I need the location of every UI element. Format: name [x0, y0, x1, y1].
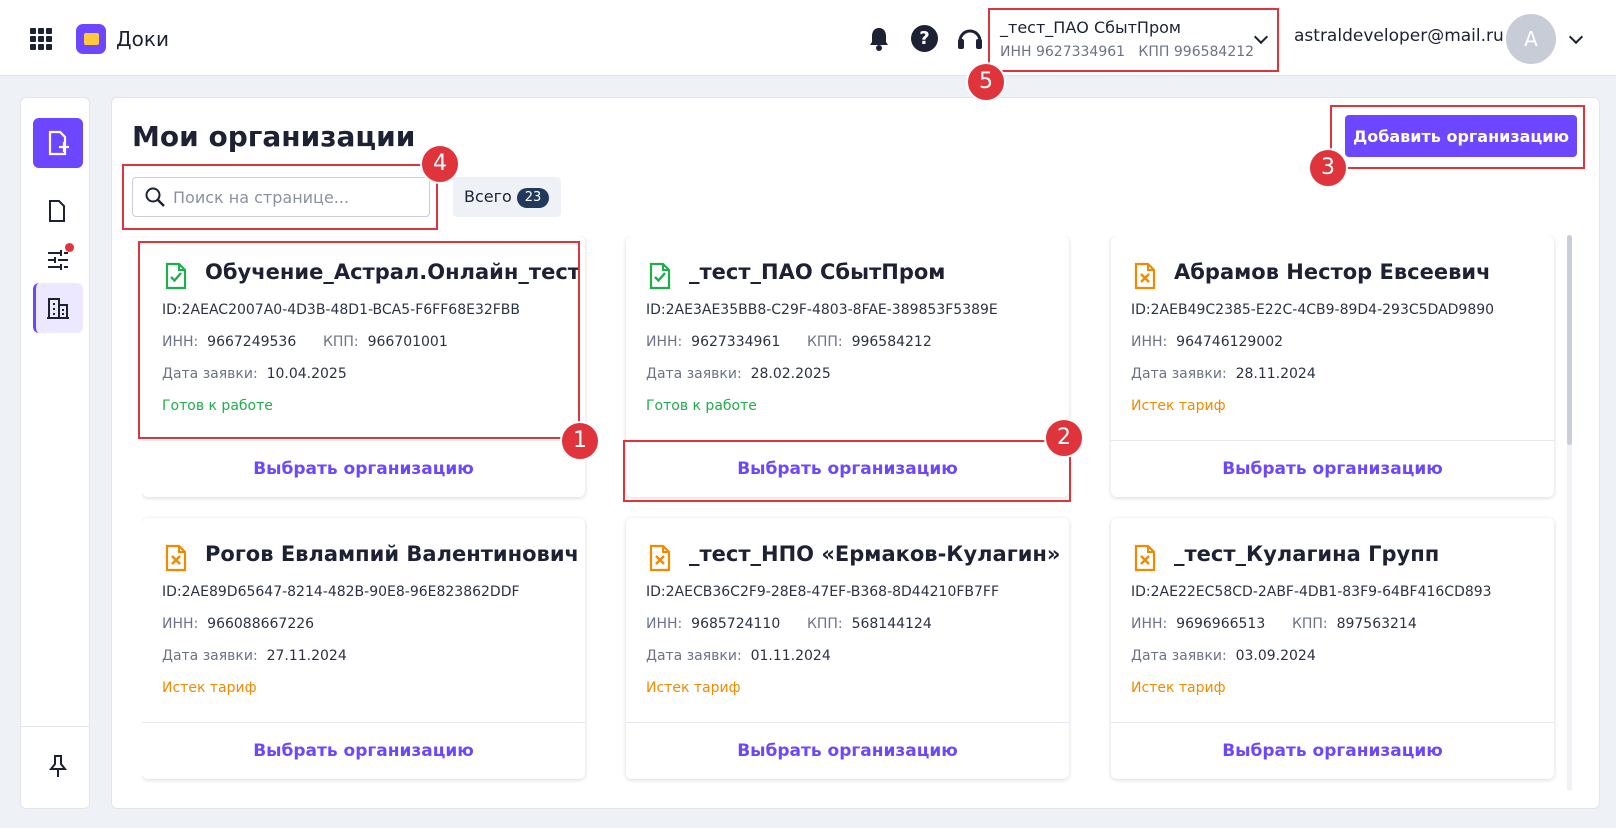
- pin-sidebar-button[interactable]: [33, 741, 83, 791]
- building-icon: [47, 298, 69, 319]
- organization-inn-kpp: ИНН: 966088667226: [162, 616, 315, 632]
- filter-count-badge: 23: [517, 188, 549, 208]
- organization-name: _тест_ПАО СбытПром: [689, 260, 946, 284]
- file-plus-icon: [48, 130, 69, 156]
- user-menu-chevron-icon[interactable]: [1568, 29, 1584, 45]
- notification-dot: [65, 243, 74, 252]
- sidebar-item-routes[interactable]: [33, 235, 83, 285]
- sidebar-item-organizations[interactable]: [33, 283, 83, 333]
- select-organization-button[interactable]: Выбрать организацию: [142, 441, 585, 497]
- organization-inn-kpp: ИНН: 9627334961 КПП: 996584212: [646, 334, 932, 350]
- organization-card: Абрамов Нестор Евсеевич ID:2AEB49C2385-E2…: [1111, 236, 1554, 497]
- search-box[interactable]: [132, 177, 430, 217]
- sliders-icon: [48, 250, 68, 270]
- marker-4: 4: [420, 144, 460, 184]
- sidebar-divider: [21, 726, 89, 727]
- sidebar-item-documents[interactable]: [33, 186, 83, 236]
- page-title: Мои организации: [132, 120, 416, 153]
- marker-1: 1: [560, 421, 600, 461]
- user-email[interactable]: astraldeveloper@mail.ru: [1294, 26, 1504, 46]
- select-organization-button[interactable]: Выбрать организацию: [1111, 723, 1554, 779]
- doc-cross-icon: [1134, 544, 1156, 572]
- doc-cross-icon: [1134, 262, 1156, 290]
- doc-cross-icon: [649, 544, 671, 572]
- add-organization-button[interactable]: Добавить организацию: [1345, 115, 1577, 157]
- filter-all-chip[interactable]: Всего 23: [453, 177, 561, 217]
- organization-name: Рогов Евлампий Валентинович: [205, 542, 579, 566]
- marker-2: 2: [1044, 418, 1084, 458]
- organization-id: ID:2AE89D65647-8214-482B-90E8-96E823862D…: [162, 584, 520, 600]
- bell-icon[interactable]: [868, 26, 890, 52]
- marker-3: 3: [1308, 148, 1348, 188]
- search-input[interactable]: [173, 184, 423, 210]
- select-organization-button[interactable]: Выбрать организацию: [1111, 441, 1554, 497]
- organization-id: ID:2AECB36C2F9-28E8-47EF-B368-8D44210FB7…: [646, 584, 1000, 600]
- highlight-select-2: [623, 440, 1071, 502]
- new-document-button[interactable]: [33, 118, 83, 168]
- status-badge: Истек тариф: [1131, 680, 1226, 696]
- select-organization-button[interactable]: Выбрать организацию: [142, 723, 585, 779]
- organization-date: Дата заявки: 01.11.2024: [646, 648, 831, 664]
- headset-icon[interactable]: [956, 25, 984, 53]
- status-badge: Истек тариф: [1131, 398, 1226, 414]
- document-icon: [49, 200, 65, 222]
- organization-card: _тест_НПО «Ермаков-Кулагин» ID:2AECB36C2F…: [626, 518, 1069, 779]
- doc-check-icon: [649, 262, 671, 290]
- select-organization-button[interactable]: Выбрать организацию: [626, 723, 1069, 779]
- doc-cross-icon: [165, 544, 187, 572]
- search-icon: [145, 187, 165, 207]
- pin-icon: [48, 755, 68, 777]
- marker-5: 5: [966, 62, 1006, 102]
- organization-date: Дата заявки: 27.11.2024: [162, 648, 347, 664]
- organization-card: _тест_Кулагина Групп ID:2AE22EC58CD-2ABF-…: [1111, 518, 1554, 779]
- organization-id: ID:2AE3AE35BB8-C29F-4803-8FAE-389853F538…: [646, 302, 998, 318]
- org-switcher[interactable]: _тест_ПАО СбытПром ИНН 9627334961 КПП 99…: [988, 8, 1279, 72]
- organization-date: Дата заявки: 03.09.2024: [1131, 648, 1316, 664]
- organization-id: ID:2AE22EC58CD-2ABF-4DB1-83F9-64BF416CD8…: [1131, 584, 1492, 600]
- status-badge: Истек тариф: [162, 680, 257, 696]
- status-badge: Истек тариф: [646, 680, 741, 696]
- organization-card: Рогов Евлампий Валентинович ID:2AE89D6564…: [142, 518, 585, 779]
- org-switcher-name: _тест_ПАО СбытПром: [1000, 18, 1181, 37]
- organization-date: Дата заявки: 28.02.2025: [646, 366, 831, 382]
- avatar[interactable]: A: [1506, 14, 1556, 64]
- scrollbar-thumb[interactable]: [1567, 235, 1572, 445]
- organization-inn-kpp: ИНН: 9696966513 КПП: 897563214: [1131, 616, 1417, 632]
- organization-name: _тест_НПО «Ермаков-Кулагин»: [689, 542, 1061, 566]
- organization-date: Дата заявки: 28.11.2024: [1131, 366, 1316, 382]
- organization-id: ID:2AEB49C2385-E22C-4CB9-89D4-293C5DAD98…: [1131, 302, 1495, 318]
- filter-all-label: Всего: [464, 187, 512, 206]
- help-icon[interactable]: ?: [911, 25, 938, 52]
- docs-logo-icon: [76, 24, 106, 54]
- org-switcher-details: ИНН 9627334961 КПП 996584212: [1000, 44, 1255, 60]
- scrollbar[interactable]: [1567, 235, 1572, 791]
- brand-name: Доки: [116, 27, 169, 51]
- organization-inn-kpp: ИНН: 9685724110 КПП: 568144124: [646, 616, 932, 632]
- top-header: Доки ? _тест_ПАО СбытПром ИНН 9627334961…: [0, 0, 1616, 76]
- organization-name: _тест_Кулагина Групп: [1174, 542, 1440, 566]
- status-badge: Готов к работе: [646, 398, 757, 414]
- sidebar: [20, 97, 90, 809]
- organization-name: Абрамов Нестор Евсеевич: [1174, 260, 1491, 284]
- organization-inn-kpp: ИНН: 964746129002: [1131, 334, 1284, 350]
- apps-grid-icon[interactable]: [30, 28, 52, 50]
- highlight-card-1: [138, 241, 580, 439]
- chevron-down-icon: [1253, 29, 1269, 45]
